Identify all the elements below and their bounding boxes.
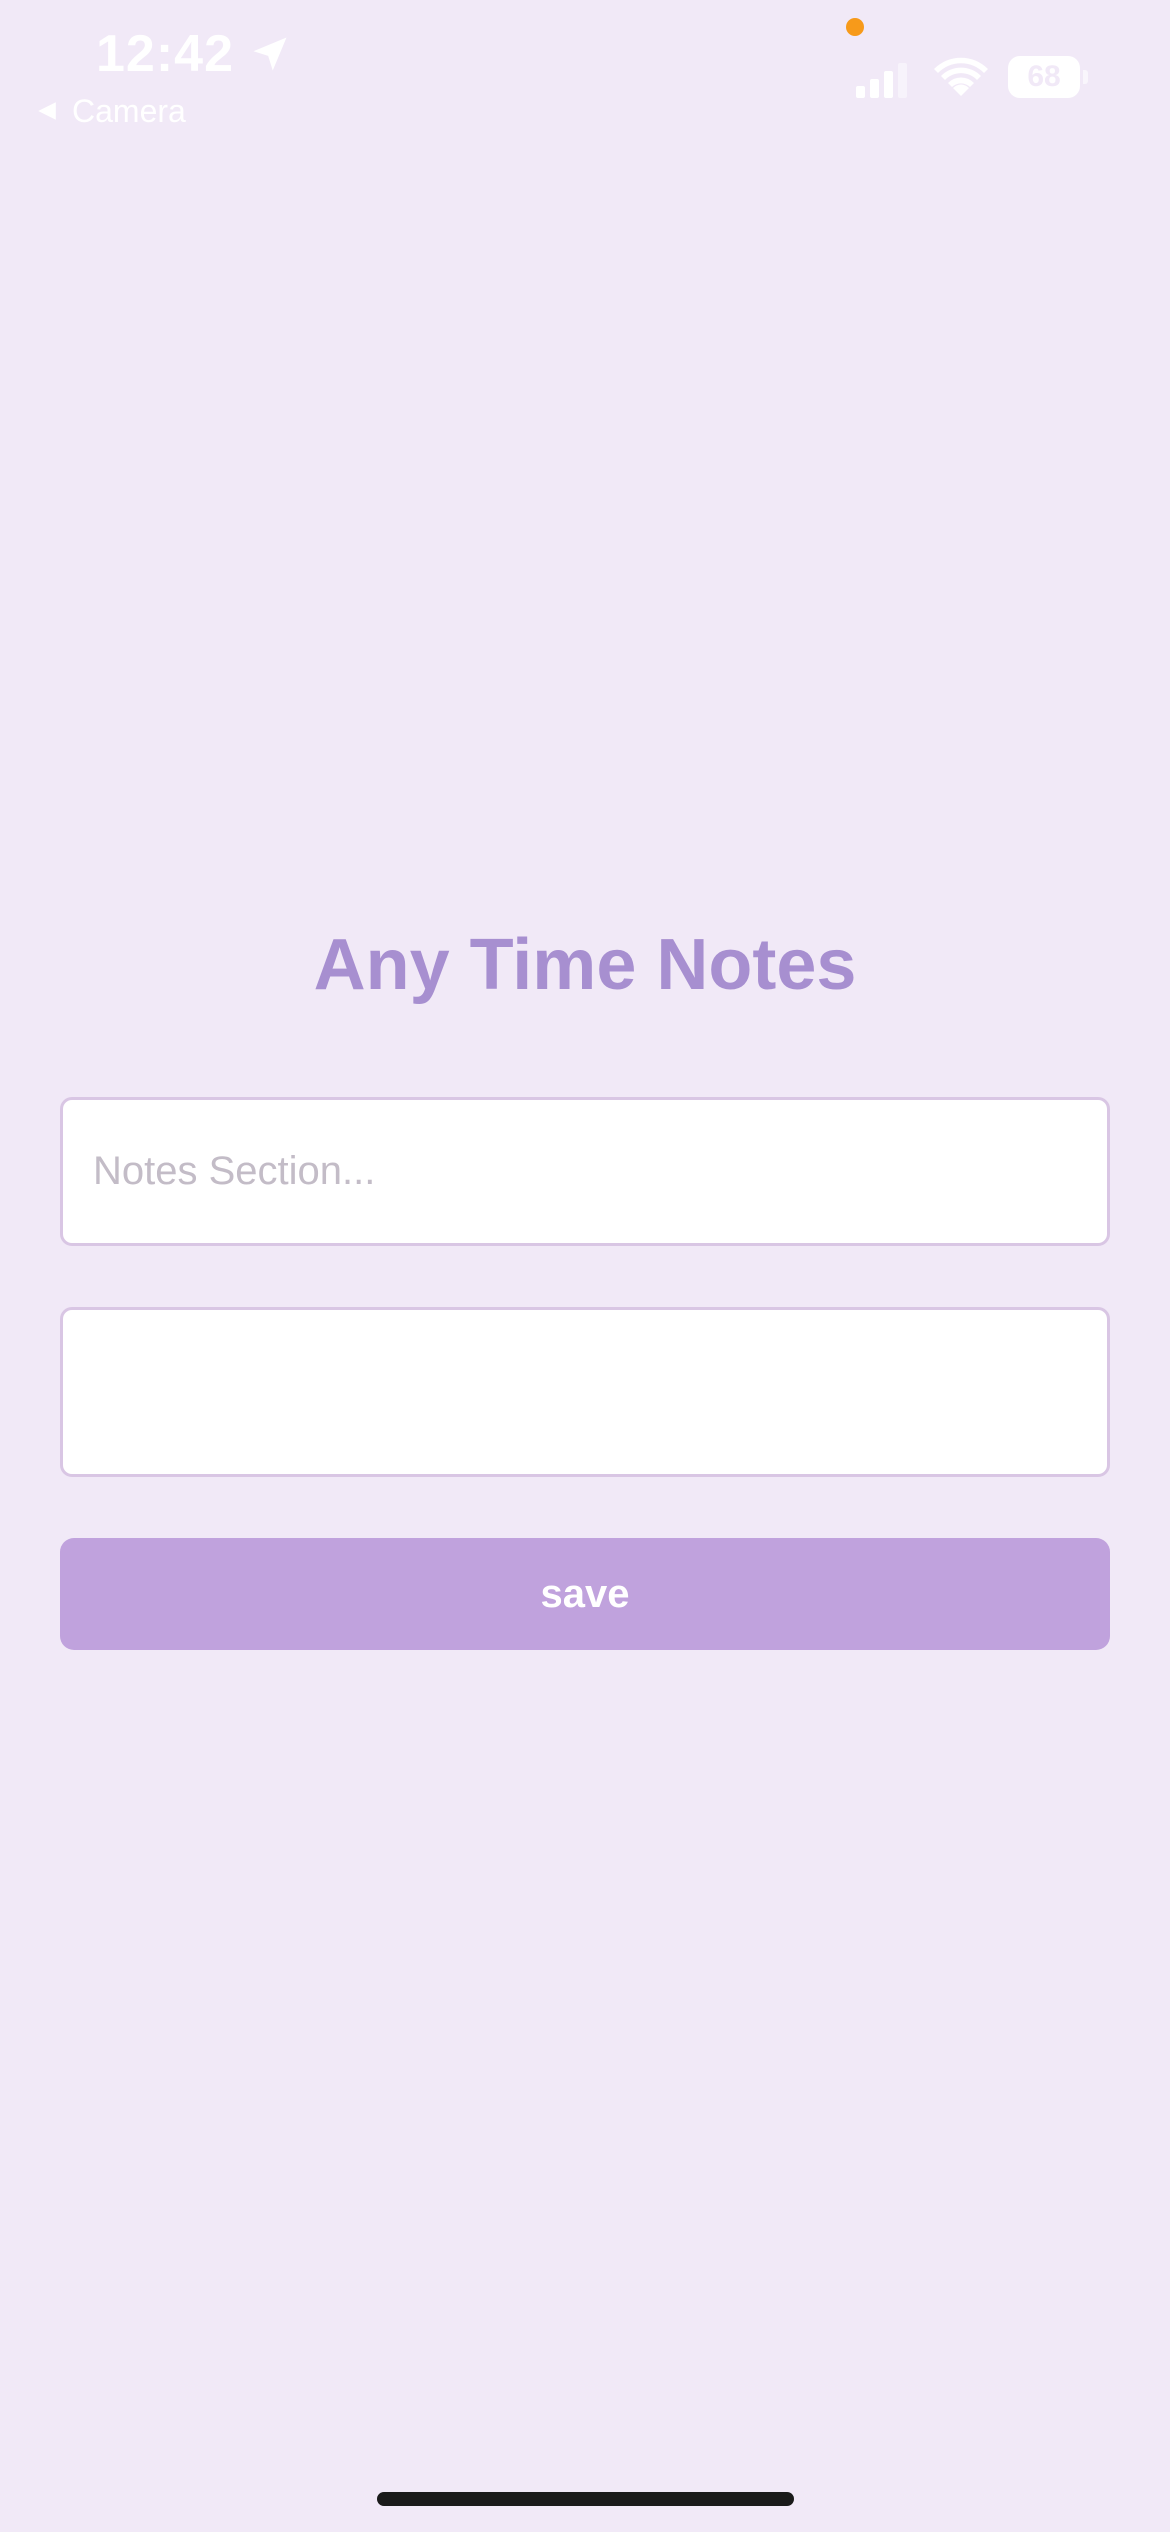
status-time: 12:42 [96,25,234,83]
notes-body-textarea[interactable] [60,1307,1110,1477]
battery-icon: 68 [1008,56,1088,98]
wifi-icon [934,57,988,96]
back-arrow-icon [38,102,56,120]
save-button[interactable]: save [60,1538,1110,1650]
battery-tip [1083,70,1088,84]
notes-section-input[interactable] [60,1097,1110,1246]
battery-body: 68 [1008,56,1081,98]
back-label: Camera [72,93,186,129]
privacy-indicator-dot [846,18,864,36]
cellular-signal-icon [856,63,907,98]
page-title: Any Time Notes [313,925,857,1005]
home-indicator[interactable] [377,2492,794,2506]
battery-level: 68 [1027,60,1061,93]
back-to-camera-link[interactable]: Camera [36,92,186,130]
time-row: 12:42 [96,24,292,84]
status-bar: 12:42 Camera 68 [0,0,1170,140]
location-arrow-icon [253,37,287,71]
